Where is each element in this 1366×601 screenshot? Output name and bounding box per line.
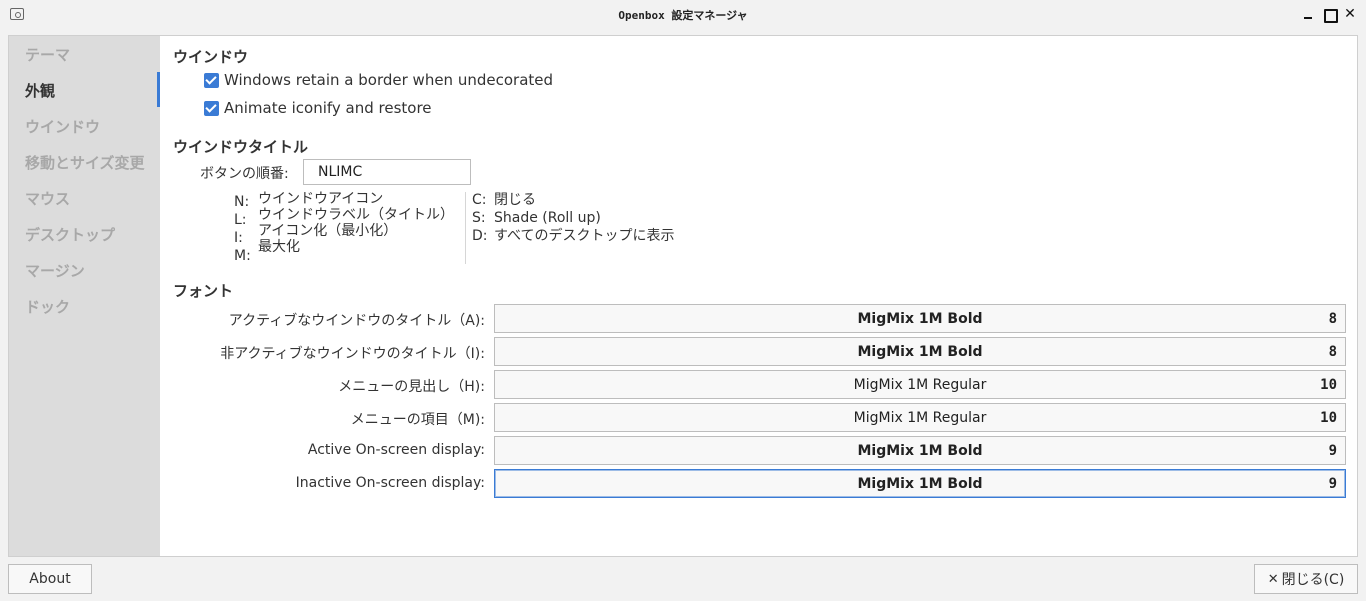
animate-iconify-label[interactable]: Animate iconify and restore xyxy=(224,99,432,117)
font-size: 10 xyxy=(1320,377,1337,393)
button-order-label: ボタンの順番: xyxy=(200,166,289,182)
font-button-inactive-osd[interactable]: MigMix 1M Bold 9 xyxy=(494,469,1346,498)
font-name: MigMix 1M Bold xyxy=(857,443,983,459)
font-name: MigMix 1M Regular xyxy=(853,377,987,393)
retain-border-checkbox[interactable] xyxy=(204,72,219,88)
legend-left-keys: N: L: I: M: xyxy=(234,193,251,265)
font-name: MigMix 1M Regular xyxy=(853,410,987,426)
font-button-menu-item[interactable]: MigMix 1M Regular 10 xyxy=(494,403,1346,432)
legend-value-s: Shade (Roll up) xyxy=(494,210,601,226)
sidebar-item-margins[interactable]: マージン xyxy=(25,260,85,281)
legend-value-d: すべてのデスクトップに表示 xyxy=(494,228,675,244)
font-label-menu-item: メニューの項目（M): xyxy=(350,412,485,428)
sidebar-item-theme[interactable]: テーマ xyxy=(25,44,70,65)
retain-border-option[interactable]: Windows retain a border when undecorated xyxy=(204,70,553,90)
legend-divider xyxy=(465,192,466,264)
legend-key-m: M: xyxy=(234,248,251,264)
legend-left-values: ウインドウアイコン ウインドウラベル（タイトル） アイコン化（最小化） 最大化 xyxy=(258,191,454,255)
sidebar-item-dock[interactable]: ドック xyxy=(25,296,70,317)
font-size: 8 xyxy=(1328,311,1337,327)
titlebar-section-title: ウインドウタイトル xyxy=(173,138,309,156)
font-name: MigMix 1M Bold xyxy=(857,311,983,327)
animate-iconify-checkbox[interactable] xyxy=(204,100,219,116)
appearance-panel: ウインドウ Windows retain a border when undec… xyxy=(160,35,1358,557)
font-name: MigMix 1M Bold xyxy=(857,476,983,492)
legend-value-m: 最大化 xyxy=(258,239,300,255)
legend-key-c: C: xyxy=(472,192,487,208)
retain-border-label[interactable]: Windows retain a border when undecorated xyxy=(224,71,553,89)
font-size: 10 xyxy=(1320,410,1337,426)
sidebar-item-appearance[interactable]: 外観 xyxy=(25,80,55,101)
legend-key-l: L: xyxy=(234,212,247,228)
font-button-active-title[interactable]: MigMix 1M Bold 8 xyxy=(494,304,1346,333)
maximize-icon[interactable] xyxy=(1321,6,1338,23)
close-button-label: 閉じる(C) xyxy=(1281,572,1345,588)
close-icon: ✕ xyxy=(1267,571,1279,587)
legend-key-i: I: xyxy=(234,230,243,246)
sidebar-item-move-resize[interactable]: 移動とサイズ変更 xyxy=(25,152,145,173)
legend-value-c: 閉じる xyxy=(494,192,536,208)
close-button[interactable]: ✕ 閉じる(C) xyxy=(1254,564,1358,594)
font-label-inactive-title: 非アクティブなウインドウのタイトル（I): xyxy=(220,346,485,362)
sidebar-item-desktops[interactable]: デスクトップ xyxy=(25,224,115,245)
about-button[interactable]: About xyxy=(8,564,92,594)
font-label-active-title: アクティブなウインドウのタイトル（A): xyxy=(228,313,485,329)
legend-right-values: 閉じる Shade (Roll up) すべてのデスクトップに表示 xyxy=(494,191,674,245)
sidebar-item-mouse[interactable]: マウス xyxy=(25,188,70,209)
font-button-menu-header[interactable]: MigMix 1M Regular 10 xyxy=(494,370,1346,399)
close-window-icon[interactable]: ✕ xyxy=(1342,6,1358,22)
legend-key-n: N: xyxy=(234,194,250,210)
font-label-active-osd: Active On-screen display: xyxy=(307,442,485,458)
legend-value-l: ウインドウラベル（タイトル） xyxy=(258,207,454,223)
font-button-inactive-title[interactable]: MigMix 1M Bold 8 xyxy=(494,337,1346,366)
minimize-icon[interactable] xyxy=(1300,6,1316,22)
font-size: 8 xyxy=(1328,344,1337,360)
button-order-input[interactable]: NLIMC xyxy=(303,159,471,185)
legend-key-s: S: xyxy=(472,210,486,226)
windows-section-title: ウインドウ xyxy=(173,48,249,66)
window-title: Openbox 設定マネージャ xyxy=(618,9,748,22)
font-label-menu-header: メニューの見出し（H): xyxy=(338,379,485,395)
legend-right-keys: C: S: D: xyxy=(472,191,488,245)
fonts-section-title: フォント xyxy=(173,282,234,300)
sidebar: テーマ 外観 ウインドウ 移動とサイズ変更 マウス デスクトップ マージン ドッ… xyxy=(8,35,160,557)
sidebar-item-windows[interactable]: ウインドウ xyxy=(25,116,100,137)
font-button-active-osd[interactable]: MigMix 1M Bold 9 xyxy=(494,436,1346,465)
legend-key-d: D: xyxy=(472,228,488,244)
legend-value-n: ウインドウアイコン xyxy=(258,191,384,207)
font-size: 9 xyxy=(1328,476,1337,492)
font-label-inactive-osd: Inactive On-screen display: xyxy=(295,475,485,491)
animate-iconify-option[interactable]: Animate iconify and restore xyxy=(204,98,432,118)
font-name: MigMix 1M Bold xyxy=(857,344,983,360)
title-bar: Openbox 設定マネージャ ✕ xyxy=(0,0,1366,30)
font-size: 9 xyxy=(1328,443,1337,459)
legend-value-i: アイコン化（最小化） xyxy=(258,223,398,239)
